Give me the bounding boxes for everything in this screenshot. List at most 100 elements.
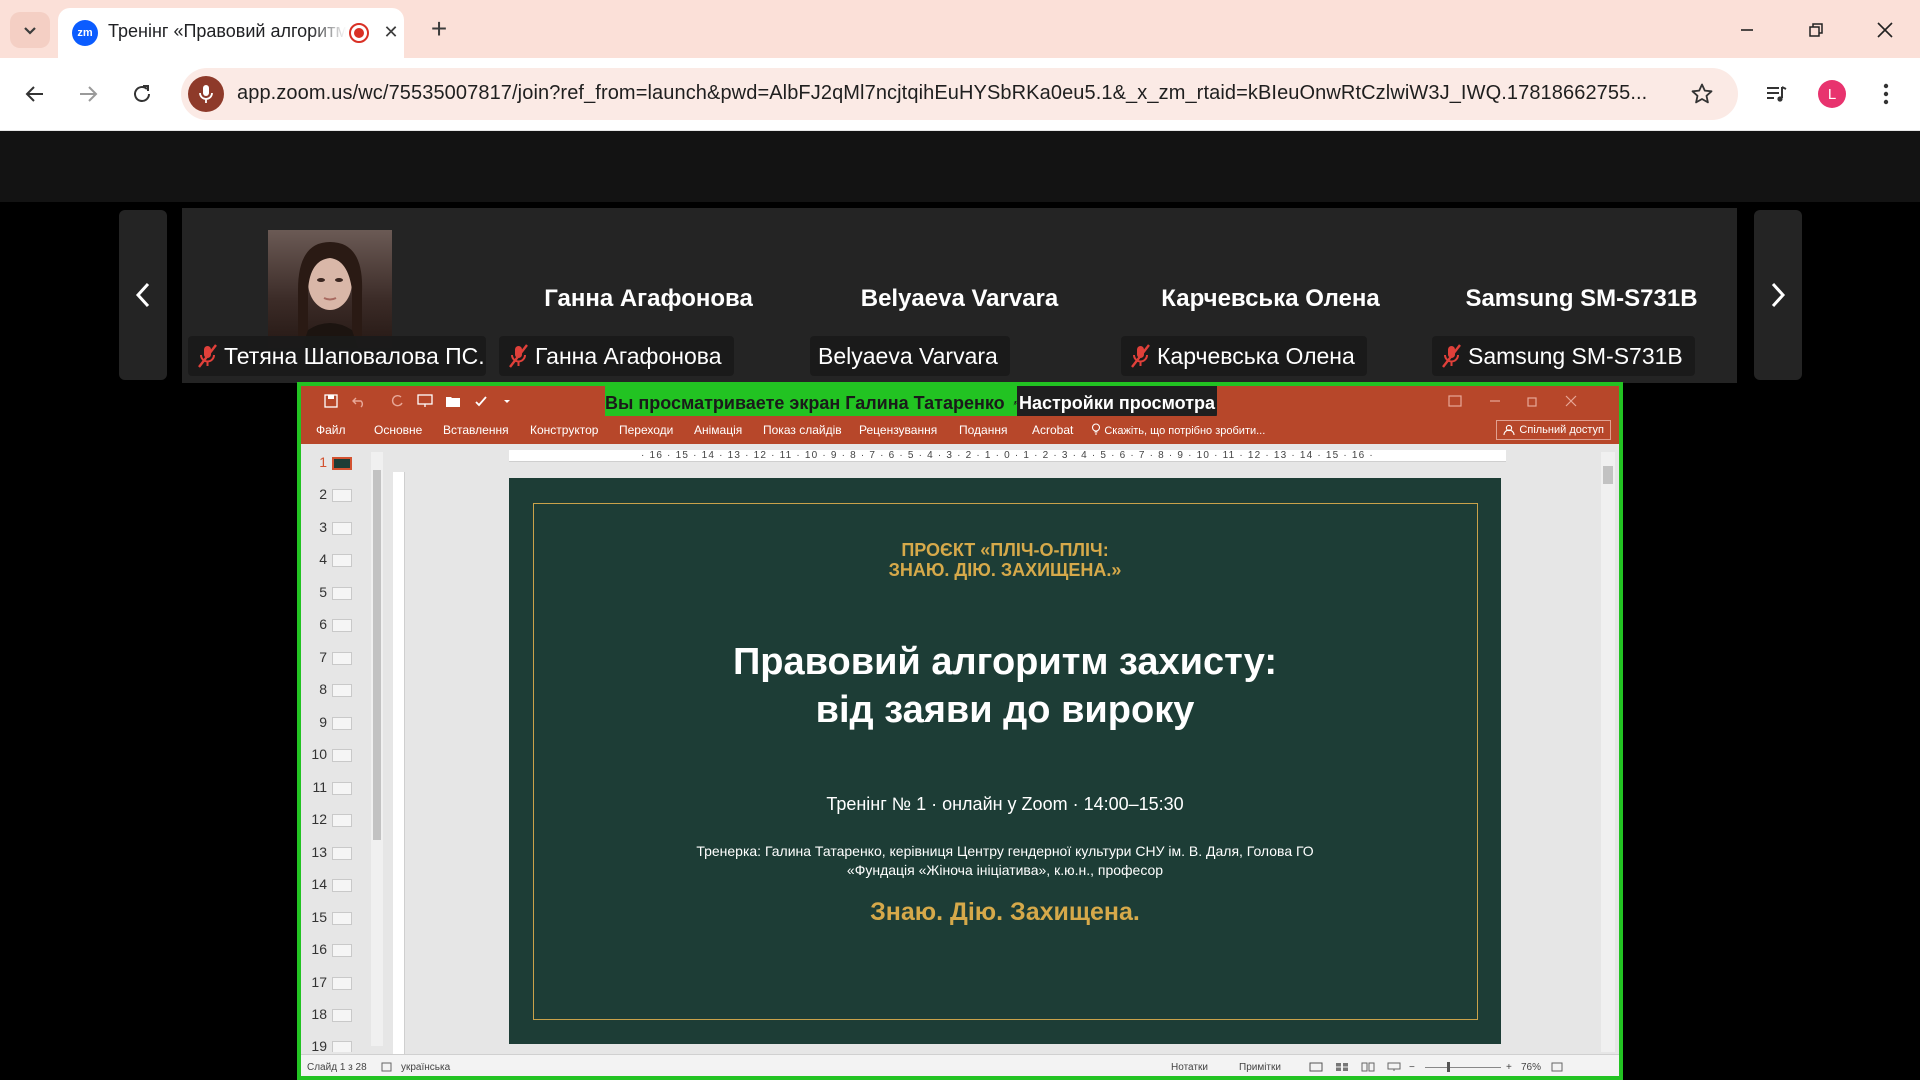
back-button[interactable] [15,74,55,114]
participant-tile[interactable]: Карчевська Олена Карчевська Олена [1115,208,1426,383]
forward-button[interactable] [68,74,108,114]
ppt-share-button[interactable]: Спільний доступ [1496,420,1611,440]
ribbon-tab-animations[interactable]: Анімація [694,423,742,437]
scrollbar-thumb[interactable] [373,470,381,840]
browser-menu-icon[interactable] [1868,76,1904,112]
zoom-favicon-icon: zm [72,20,98,46]
slide-thumbnail[interactable]: 3 [301,515,361,541]
ribbon-tab-home[interactable]: Основне [374,423,422,437]
ribbon-tab-insert[interactable]: Вставлення [443,423,509,437]
participant-tile[interactable]: Belyaeva Varvara Belyaeva Varvara [804,208,1115,383]
slide-thumbnail[interactable]: 10 [301,742,361,768]
ribbon-tab-view[interactable]: Подання [959,423,1007,437]
ppt-close-icon[interactable] [1563,393,1579,409]
normal-view-icon[interactable] [1309,1062,1323,1075]
tab-close-icon[interactable]: ✕ [378,19,404,45]
thumbnail-preview [332,489,352,502]
tab-search-button[interactable] [10,12,50,48]
slide-thumbnail[interactable]: 2 [301,482,361,508]
slide-thumbnail[interactable]: 17 [301,970,361,996]
open-folder-icon[interactable] [445,393,461,409]
slide-number: 3 [319,519,327,535]
browser-tab-active[interactable]: zm Тренінг «Правовий алгоритм захисту» ✕ [58,8,404,58]
shared-screen[interactable]: Вы просматриваете экран Галина Татаренко… [297,382,1623,1080]
slide-thumbnail[interactable]: 8 [301,677,361,703]
slide-sorter-icon[interactable] [1335,1062,1349,1075]
ribbon-display-icon[interactable] [1447,393,1463,409]
close-window-button[interactable] [1862,10,1908,50]
ppt-title-bar: Вы просматриваете экран Галина Татаренко… [301,386,1619,420]
participant-tile[interactable]: Ганна Агафонова Ганна Агафонова [493,208,804,383]
redo-icon[interactable] [389,393,405,409]
ribbon-tab-slideshow[interactable]: Показ слайдів [763,423,842,437]
ribbon-tab-acrobat[interactable]: Acrobat [1032,423,1073,437]
minimize-button[interactable] [1724,10,1770,50]
previous-page-button[interactable] [119,210,167,380]
slide-thumbnail[interactable]: 1 [301,450,361,476]
ribbon-tab-review[interactable]: Рецензування [859,423,937,437]
slide-number: 2 [319,486,327,502]
zoom-slider[interactable] [1425,1067,1501,1068]
reading-view-icon[interactable] [1361,1062,1375,1075]
microphone-in-use-icon[interactable] [188,76,224,112]
participant-name-label: Тетяна Шаповалова ПС... [188,336,486,376]
new-tab-button[interactable]: + [423,13,455,45]
slide-thumbnail[interactable]: 6 [301,612,361,638]
participant-tile[interactable]: Samsung SM-S731B Samsung SM-S731B [1426,208,1737,383]
profile-avatar[interactable]: L [1814,76,1850,112]
slide-thumbnail[interactable]: 15 [301,905,361,931]
spelling-check-icon[interactable] [473,393,489,409]
restore-button[interactable] [1793,10,1839,50]
slide-thumbnail[interactable]: 19 [301,1034,361,1052]
slide-number: 15 [311,909,327,925]
slide-thumbnail[interactable]: 11 [301,775,361,801]
slide-thumbnail[interactable]: 18 [301,1002,361,1028]
slide-number: 5 [319,584,327,600]
slideshow-view-icon[interactable] [1387,1062,1401,1075]
slide-thumbnail[interactable]: 16 [301,937,361,963]
scrollbar-thumb[interactable] [1603,466,1613,484]
save-icon[interactable] [323,393,339,409]
ribbon-tab-file[interactable]: Файл [316,423,346,437]
next-page-button[interactable] [1754,210,1802,380]
zoom-level[interactable]: 76% [1521,1062,1541,1073]
notes-button[interactable]: Нотатки [1171,1062,1208,1073]
slide-thumbnail[interactable]: 4 [301,547,361,573]
slide-thumbnail[interactable]: 9 [301,710,361,736]
slide-thumbnail[interactable]: 12 [301,807,361,833]
fit-slide-icon[interactable] [1551,1062,1563,1075]
present-icon[interactable] [417,393,433,409]
view-options-button[interactable]: Настройки просмотра [1017,386,1217,420]
zoom-slider-thumb[interactable] [1447,1062,1450,1072]
undo-icon[interactable] [351,393,367,409]
slide-scrollbar[interactable] [1601,452,1615,1052]
ribbon-tab-design[interactable]: Конструктор [530,423,598,437]
participant-name-label: Ганна Агафонова [499,336,734,376]
ppt-minimize-icon[interactable] [1487,393,1503,409]
participant-label-text: Карчевська Олена [1157,342,1355,369]
customize-toolbar-icon[interactable] [499,393,515,409]
ribbon-tab-transitions[interactable]: Переходи [619,423,673,437]
slide-thumbnail[interactable]: 13 [301,840,361,866]
thumbnail-scrollbar[interactable] [371,452,383,1046]
horizontal-ruler: · 16 · 15 · 14 · 13 · 12 · 11 · 10 · 9 ·… [509,450,1506,462]
tell-me-search[interactable]: Скажіть, що потрібно зробити... [1091,423,1265,437]
url-text[interactable]: app.zoom.us/wc/75535007817/join?ref_from… [237,82,1677,108]
trainer-line-2: «Фундація «Жіноча ініціатива», к.ю.н., п… [846,862,1164,878]
slide-thumbnail[interactable]: 14 [301,872,361,898]
reload-button[interactable] [122,74,162,114]
ppt-restore-icon[interactable] [1525,393,1541,409]
slide-thumbnail[interactable]: 5 [301,580,361,606]
media-controls-icon[interactable] [1758,76,1794,112]
slide-canvas[interactable]: ПРОЄКТ «ПЛІЧ-О-ПЛІЧ: ЗНАЮ. ДІЮ. ЗАХИЩЕНА… [509,478,1501,1044]
address-bar[interactable]: app.zoom.us/wc/75535007817/join?ref_from… [181,68,1738,120]
participant-tile[interactable]: Тетяна Шаповалова ПС... [182,208,493,383]
language-indicator[interactable]: українська [401,1062,450,1073]
comments-button[interactable]: Примітки [1239,1062,1281,1073]
spellcheck-status-icon[interactable] [381,1062,393,1075]
slide-thumbnail[interactable]: 7 [301,645,361,671]
thumbnail-preview [332,749,352,762]
bookmark-star-icon[interactable] [1688,80,1716,108]
zoom-in-button[interactable]: + [1506,1062,1512,1073]
zoom-out-button[interactable]: − [1409,1062,1415,1073]
